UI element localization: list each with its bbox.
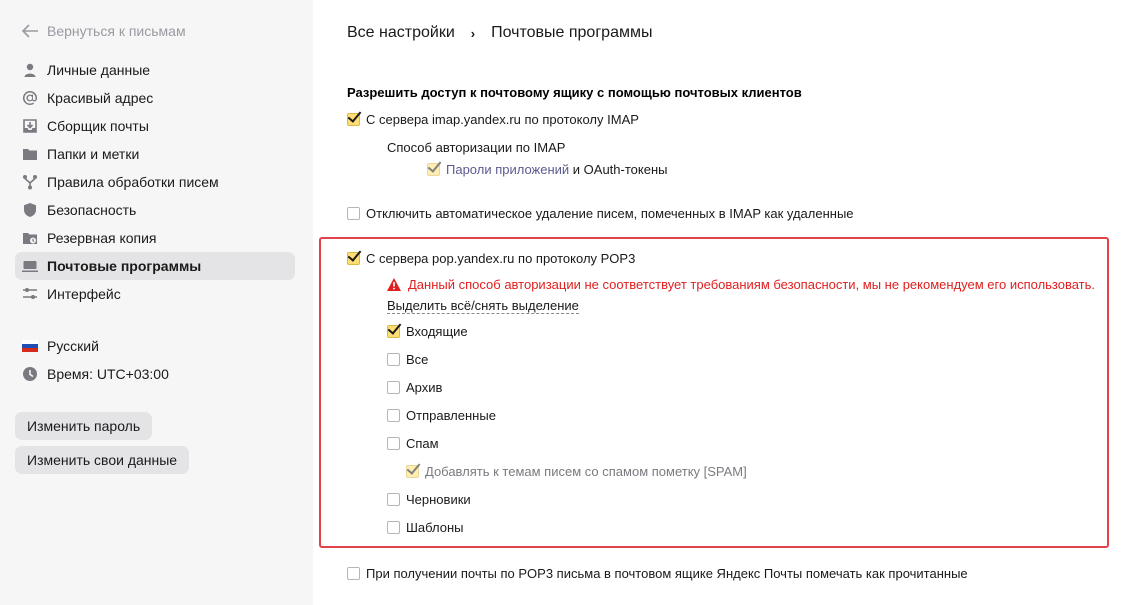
sidebar-item-label: Безопасность xyxy=(47,202,137,218)
backup-folder-icon xyxy=(21,229,39,247)
folder-checkbox-drafts[interactable] xyxy=(387,493,400,506)
folder-checkbox-inbox[interactable] xyxy=(387,325,400,338)
folder-icon xyxy=(21,145,39,163)
app-passwords-checkbox[interactable] xyxy=(427,163,440,176)
main-content: Все настройки › Почтовые программы Разре… xyxy=(313,0,1127,605)
shield-icon xyxy=(21,201,39,219)
sidebar-item-mail-programs[interactable]: Почтовые программы xyxy=(15,252,295,280)
clock-icon xyxy=(21,365,39,383)
app-passwords-link[interactable]: Пароли приложений xyxy=(446,162,569,177)
folder-option-sent[interactable]: Отправленные xyxy=(387,408,496,423)
mark-read-option[interactable]: При получении почты по POP3 письма в поч… xyxy=(347,566,968,581)
folder-option-templates[interactable]: Шаблоны xyxy=(387,520,464,535)
folder-label: Входящие xyxy=(406,324,468,339)
sidebar-item-label: Личные данные xyxy=(47,62,151,78)
folder-label: Шаблоны xyxy=(406,520,464,535)
sidebar-item-beautiful-address[interactable]: Красивый адрес xyxy=(15,84,295,112)
disable-autodelete-checkbox[interactable] xyxy=(347,207,360,220)
pop3-option[interactable]: С сервера pop.yandex.ru по протоколу POP… xyxy=(347,251,635,266)
folder-checkbox-archive[interactable] xyxy=(387,381,400,394)
timezone-label: Время: UTC+03:00 xyxy=(47,366,169,382)
breadcrumb-current: Почтовые программы xyxy=(491,24,653,41)
pop3-warning: Данный способ авторизации не соответству… xyxy=(387,277,1095,292)
spam-tag-checkbox[interactable] xyxy=(406,465,419,478)
timezone-selector[interactable]: Время: UTC+03:00 xyxy=(15,360,295,388)
imap-option[interactable]: С сервера imap.yandex.ru по протоколу IM… xyxy=(347,112,639,127)
sidebar-item-label: Резервная копия xyxy=(47,230,157,246)
disable-autodelete-label: Отключить автоматическое удаление писем,… xyxy=(366,206,854,221)
russia-flag-icon xyxy=(21,337,39,355)
language-label: Русский xyxy=(47,338,99,354)
spam-tag-option[interactable]: Добавлять к темам писем со спамом пометк… xyxy=(406,464,747,479)
mark-read-label: При получении почты по POP3 письма в поч… xyxy=(366,566,968,581)
sidebar-item-label: Красивый адрес xyxy=(47,90,154,106)
imap-auth-title: Способ авторизации по IMAP xyxy=(387,140,566,155)
folder-option-drafts[interactable]: Черновики xyxy=(387,492,471,507)
folder-checkbox-all[interactable] xyxy=(387,353,400,366)
disable-autodelete-option[interactable]: Отключить автоматическое удаление писем,… xyxy=(347,206,854,221)
sidebar-item-interface[interactable]: Интерфейс xyxy=(15,280,295,308)
imap-label: С сервера imap.yandex.ru по протоколу IM… xyxy=(366,112,639,127)
folder-checkbox-spam[interactable] xyxy=(387,437,400,450)
sidebar-item-label: Правила обработки писем xyxy=(47,174,219,190)
spam-tag-label: Добавлять к темам писем со спамом пометк… xyxy=(425,464,747,479)
change-password-button[interactable]: Изменить пароль xyxy=(15,412,153,440)
section-title: Разрешить доступ к почтовому ящику с пом… xyxy=(347,85,802,100)
sidebar-item-rules[interactable]: Правила обработки писем xyxy=(15,168,295,196)
sidebar-item-label: Папки и метки xyxy=(47,146,140,162)
back-to-mail-link[interactable]: Вернуться к письмам xyxy=(22,22,186,40)
sidebar-item-mail-collector[interactable]: Сборщик почты xyxy=(15,112,295,140)
sidebar-item-security[interactable]: Безопасность xyxy=(15,196,295,224)
folder-option-archive[interactable]: Архив xyxy=(387,380,442,395)
sliders-icon xyxy=(21,285,39,303)
pop3-checkbox[interactable] xyxy=(347,252,360,265)
sidebar-item-label: Сборщик почты xyxy=(47,118,149,134)
pop3-label: С сервера pop.yandex.ru по протоколу POP… xyxy=(366,251,636,266)
folder-option-spam[interactable]: Спам xyxy=(387,436,439,451)
change-data-button[interactable]: Изменить свои данные xyxy=(15,446,190,474)
user-icon xyxy=(21,61,39,79)
sidebar-item-label: Почтовые программы xyxy=(47,258,202,274)
download-icon xyxy=(21,117,39,135)
sidebar: Вернуться к письмам Личные данные Красив… xyxy=(0,0,313,605)
oauth-suffix: и OAuth-токены xyxy=(569,162,668,177)
select-all-link[interactable]: Выделить всё/снять выделение xyxy=(387,298,579,314)
folder-option-all[interactable]: Все xyxy=(387,352,428,367)
mark-read-checkbox[interactable] xyxy=(347,567,360,580)
app-passwords-option[interactable]: Пароли приложений и OAuth-токены xyxy=(427,162,667,177)
folder-option-inbox[interactable]: Входящие xyxy=(387,324,468,339)
breadcrumb: Все настройки › Почтовые программы xyxy=(347,24,652,42)
folder-label: Архив xyxy=(406,380,443,395)
breadcrumb-separator: › xyxy=(470,25,476,41)
fork-icon xyxy=(21,173,39,191)
imap-checkbox[interactable] xyxy=(347,113,360,126)
folder-label: Спам xyxy=(406,436,439,451)
warning-icon xyxy=(387,278,401,291)
folder-checkbox-sent[interactable] xyxy=(387,409,400,422)
at-icon xyxy=(21,89,39,107)
warning-text: Данный способ авторизации не соответству… xyxy=(408,277,1096,292)
sidebar-item-label: Интерфейс xyxy=(47,286,121,302)
sidebar-item-backup[interactable]: Резервная копия xyxy=(15,224,295,252)
folder-label: Все xyxy=(406,352,429,367)
folder-checkbox-templates[interactable] xyxy=(387,521,400,534)
arrow-left-icon xyxy=(22,24,38,38)
sidebar-item-folders-labels[interactable]: Папки и метки xyxy=(15,140,295,168)
language-selector[interactable]: Русский xyxy=(15,332,295,360)
back-label: Вернуться к письмам xyxy=(47,23,186,39)
sidebar-item-personal-data[interactable]: Личные данные xyxy=(15,56,295,84)
folder-label: Черновики xyxy=(406,492,471,507)
folder-label: Отправленные xyxy=(406,408,496,423)
breadcrumb-root-link[interactable]: Все настройки xyxy=(347,24,455,42)
laptop-icon xyxy=(21,257,39,275)
